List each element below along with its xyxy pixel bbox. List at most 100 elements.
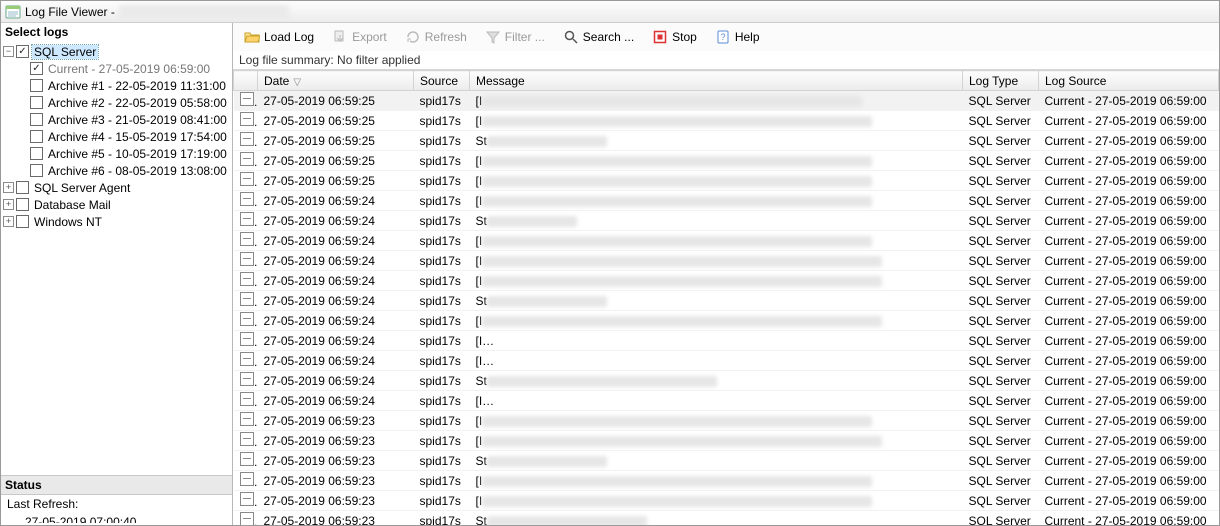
- tree-node[interactable]: Archive #5 - 10-05-2019 17:19:00: [3, 145, 230, 162]
- tree-label[interactable]: SQL Server: [32, 45, 98, 59]
- tree-checkbox[interactable]: [30, 147, 43, 160]
- table-row[interactable]: 27-05-2019 06:59:24spid17s[ISQL ServerCu…: [234, 231, 1219, 251]
- table-row[interactable]: 27-05-2019 06:59:23spid17sStSQL ServerCu…: [234, 451, 1219, 471]
- table-row[interactable]: 27-05-2019 06:59:24spid17sStSQL ServerCu…: [234, 371, 1219, 391]
- row-info-icon: [240, 192, 254, 206]
- tree-label[interactable]: Windows NT: [32, 215, 104, 229]
- tree-checkbox[interactable]: [30, 79, 43, 92]
- refresh-button[interactable]: Refresh: [400, 26, 472, 48]
- table-row[interactable]: 27-05-2019 06:59:24spid17s[I is 0.0.SQL …: [234, 331, 1219, 351]
- collapse-icon[interactable]: −: [3, 46, 14, 57]
- expand-icon[interactable]: +: [3, 216, 14, 227]
- tree-checkbox[interactable]: [16, 181, 29, 194]
- tree-checkbox[interactable]: [16, 198, 29, 211]
- tree-label[interactable]: Archive #2 - 22-05-2019 05:58:00: [46, 96, 229, 110]
- tree-node[interactable]: + Windows NT: [3, 213, 230, 230]
- cell-logsource: Current - 27-05-2019 06:59:00: [1039, 311, 1219, 331]
- table-row[interactable]: 27-05-2019 06:59:24spid17s[ISQL ServerCu…: [234, 271, 1219, 291]
- help-button[interactable]: ? Help: [710, 26, 765, 48]
- table-row[interactable]: 27-05-2019 06:59:23spid17s[ISQL ServerCu…: [234, 411, 1219, 431]
- expander-blank: [17, 63, 28, 74]
- cell-date: 27-05-2019 06:59:24: [258, 291, 414, 311]
- col-logtype-header[interactable]: Log Type: [963, 71, 1039, 91]
- tree-label[interactable]: Archive #1 - 22-05-2019 11:31:00: [46, 79, 228, 93]
- message-redacted: [482, 316, 882, 327]
- table-row[interactable]: 27-05-2019 06:59:25spid17sStSQL ServerCu…: [234, 131, 1219, 151]
- message-redacted: [482, 356, 962, 367]
- table-row[interactable]: 27-05-2019 06:59:24spid17s[ISQL ServerCu…: [234, 251, 1219, 271]
- table-row[interactable]: 27-05-2019 06:59:23spid17s[ISQL ServerCu…: [234, 491, 1219, 511]
- column-headers[interactable]: Date▽ Source Message Log Type Log Source: [234, 71, 1219, 91]
- tree-label[interactable]: Archive #3 - 21-05-2019 08:41:00: [46, 113, 229, 127]
- cell-logtype: SQL Server: [963, 111, 1039, 131]
- cell-logsource: Current - 27-05-2019 06:59:00: [1039, 191, 1219, 211]
- tree-checkbox[interactable]: [16, 215, 29, 228]
- load-log-button[interactable]: Load Log: [239, 26, 319, 48]
- col-date-header[interactable]: Date▽: [258, 71, 414, 91]
- tree-node[interactable]: + Database Mail: [3, 196, 230, 213]
- table-row[interactable]: 27-05-2019 06:59:25spid17s[ISQL ServerCu…: [234, 171, 1219, 191]
- tree-node[interactable]: Archive #1 - 22-05-2019 11:31:00: [3, 77, 230, 94]
- tree-checkbox[interactable]: [30, 96, 43, 109]
- row-info-icon: [240, 452, 254, 466]
- tree-node[interactable]: − SQL Server: [3, 43, 230, 60]
- tree-label[interactable]: Archive #6 - 08-05-2019 13:08:00: [46, 164, 229, 178]
- log-tree[interactable]: − SQL Server Current - 27-05-2019 06:59:00…: [1, 41, 232, 475]
- row-info-icon: [240, 272, 254, 286]
- tree-node[interactable]: Archive #3 - 21-05-2019 08:41:00: [3, 111, 230, 128]
- row-info-icon: [240, 372, 254, 386]
- tree-label[interactable]: Archive #4 - 15-05-2019 17:54:00: [46, 130, 229, 144]
- refresh-icon: [405, 29, 421, 45]
- tree-label[interactable]: Archive #5 - 10-05-2019 17:19:00: [46, 147, 229, 161]
- expand-icon[interactable]: +: [3, 182, 14, 193]
- table-row[interactable]: 27-05-2019 06:59:23spid17sStSQL ServerCu…: [234, 511, 1219, 526]
- tree-label[interactable]: Current - 27-05-2019 06:59:00: [46, 62, 212, 76]
- table-row[interactable]: 27-05-2019 06:59:24spid17s[ISQL ServerCu…: [234, 191, 1219, 211]
- svg-text:?: ?: [720, 32, 725, 42]
- tree-checkbox[interactable]: [30, 113, 43, 126]
- status-header: Status: [1, 475, 232, 495]
- table-row[interactable]: 27-05-2019 06:59:24spid17s[I is 0.0.SQL …: [234, 391, 1219, 411]
- tree-node[interactable]: Archive #4 - 15-05-2019 17:54:00: [3, 128, 230, 145]
- cell-date: 27-05-2019 06:59:23: [258, 431, 414, 451]
- message-redacted: [487, 296, 607, 307]
- cell-logtype: SQL Server: [963, 431, 1039, 451]
- tree-checkbox[interactable]: [30, 130, 43, 143]
- cell-logsource: Current - 27-05-2019 06:59:00: [1039, 111, 1219, 131]
- table-row[interactable]: 27-05-2019 06:59:24spid17sStSQL ServerCu…: [234, 211, 1219, 231]
- tree-node[interactable]: Archive #6 - 08-05-2019 13:08:00: [3, 162, 230, 179]
- table-row[interactable]: 27-05-2019 06:59:24spid17sStSQL ServerCu…: [234, 291, 1219, 311]
- cell-date: 27-05-2019 06:59:25: [258, 131, 414, 151]
- table-row[interactable]: 27-05-2019 06:59:23spid17s[ISQL ServerCu…: [234, 431, 1219, 451]
- filter-button[interactable]: Filter ...: [480, 26, 550, 48]
- expand-icon[interactable]: +: [3, 199, 14, 210]
- tree-checkbox[interactable]: [16, 45, 29, 58]
- tree-label[interactable]: SQL Server Agent: [32, 181, 132, 195]
- cell-source: spid17s: [414, 511, 470, 526]
- tree-label[interactable]: Database Mail: [32, 198, 113, 212]
- tree-node[interactable]: + SQL Server Agent: [3, 179, 230, 196]
- table-row[interactable]: 27-05-2019 06:59:25spid17s[ISQL ServerCu…: [234, 91, 1219, 111]
- log-grid[interactable]: Date▽ Source Message Log Type Log Source…: [233, 70, 1219, 525]
- tree-node[interactable]: Current - 27-05-2019 06:59:00: [3, 60, 230, 77]
- col-icon-header[interactable]: [234, 71, 258, 91]
- row-info-icon: [240, 412, 254, 426]
- table-row[interactable]: 27-05-2019 06:59:24spid17s[ISQL ServerCu…: [234, 311, 1219, 331]
- search-button[interactable]: Search ...: [558, 26, 639, 48]
- col-message-header[interactable]: Message: [470, 71, 963, 91]
- tree-node[interactable]: Archive #2 - 22-05-2019 05:58:00: [3, 94, 230, 111]
- select-logs-header: Select logs: [1, 23, 232, 41]
- col-logsource-header[interactable]: Log Source: [1039, 71, 1219, 91]
- cell-message: St: [470, 451, 963, 471]
- table-row[interactable]: 27-05-2019 06:59:24spid17s[I is 0.0.SQL …: [234, 351, 1219, 371]
- expander-blank: [17, 114, 28, 125]
- stop-button[interactable]: Stop: [647, 26, 702, 48]
- export-button[interactable]: Export: [327, 26, 392, 48]
- table-row[interactable]: 27-05-2019 06:59:23spid17s[ISQL ServerCu…: [234, 471, 1219, 491]
- table-row[interactable]: 27-05-2019 06:59:25spid17s[ISQL ServerCu…: [234, 151, 1219, 171]
- tree-checkbox[interactable]: [30, 164, 43, 177]
- tree-checkbox[interactable]: [30, 62, 43, 75]
- col-source-header[interactable]: Source: [414, 71, 470, 91]
- cell-date: 27-05-2019 06:59:23: [258, 511, 414, 526]
- table-row[interactable]: 27-05-2019 06:59:25spid17s[ISQL ServerCu…: [234, 111, 1219, 131]
